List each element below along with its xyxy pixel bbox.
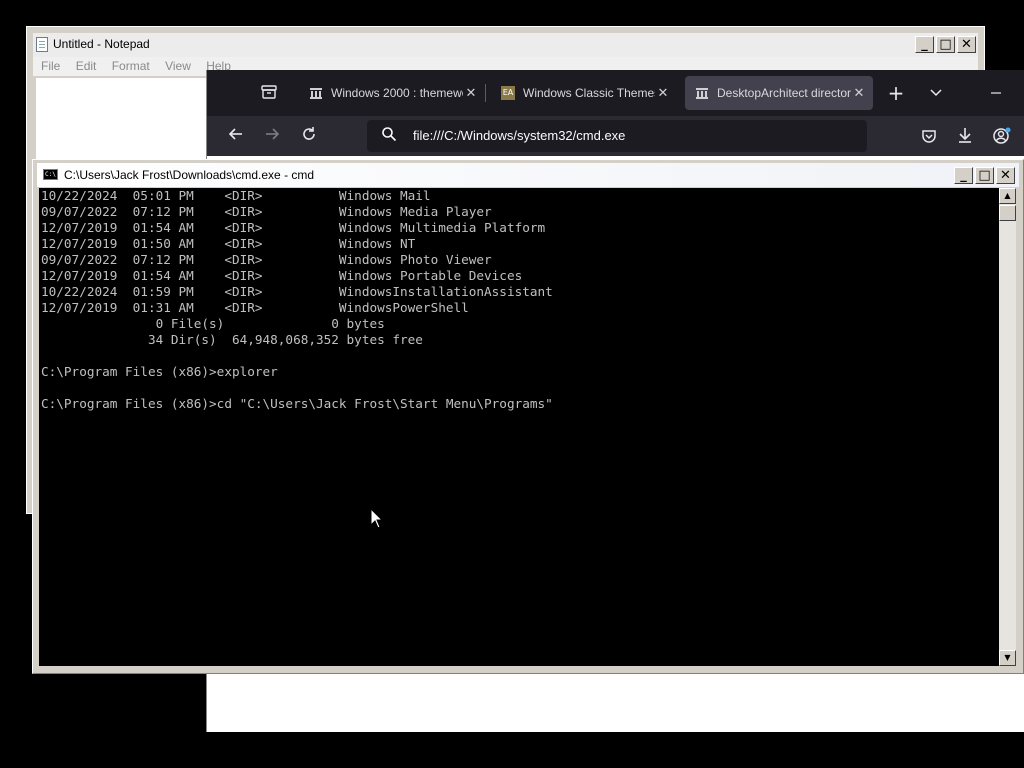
- cmd-title: C:\Users\Jack Frost\Downloads\cmd.exe - …: [64, 168, 315, 182]
- notepad-title: Untitled - Notepad: [53, 37, 150, 51]
- archive-favicon-icon: [309, 86, 323, 100]
- console-line: C:\Program Files (x86)>explorer: [41, 364, 278, 379]
- reload-icon[interactable]: [298, 125, 320, 147]
- tab-windows-2000[interactable]: Windows 2000 : themewo ✕: [299, 76, 486, 110]
- cmd-titlebar[interactable]: C:\ C:\Users\Jack Frost\Downloads\cmd.ex…: [37, 163, 1019, 187]
- console-text: 10/22/2024 05:01 PM <DIR> Windows Mail 09…: [39, 188, 999, 412]
- cmd-icon: C:\: [43, 169, 58, 180]
- url-text[interactable]: file:///C:/Windows/system32/cmd.exe: [413, 128, 625, 143]
- tab-list-icon[interactable]: [259, 83, 279, 103]
- console-scrollbar[interactable]: ▲ ▼: [999, 188, 1016, 666]
- console-line: C:\Program Files (x86)>cd "C:\Users\Jack…: [41, 396, 553, 411]
- browser-tabstrip: Windows 2000 : themewo ✕ EA Windows Clas…: [207, 70, 1024, 116]
- notepad-close-button[interactable]: ✕: [957, 36, 976, 53]
- scroll-down-icon[interactable]: ▼: [999, 650, 1016, 666]
- browser-navbar: file:///C:/Windows/system32/cmd.exe: [207, 116, 1024, 156]
- menu-format[interactable]: Format: [112, 57, 150, 76]
- console-line: 12/07/2019 01:50 AM <DIR> Windows NT: [41, 236, 416, 251]
- console-line: 10/22/2024 05:01 PM <DIR> Windows Mail: [41, 188, 431, 203]
- console-line: 0 File(s) 0 bytes: [41, 316, 385, 331]
- tab-label: Windows 2000 : themewo: [331, 86, 463, 100]
- notepad-minimize-button[interactable]: _: [915, 36, 934, 53]
- classic-themes-favicon-icon: EA: [501, 86, 515, 100]
- search-icon: [381, 126, 397, 146]
- downloads-icon[interactable]: [955, 126, 975, 146]
- tab-windows-classic-themes[interactable]: EA Windows Classic Themes ✕: [491, 76, 677, 110]
- list-all-tabs-icon[interactable]: [925, 82, 947, 104]
- cmd-close-button[interactable]: ✕: [996, 167, 1015, 184]
- cmd-window: C:\ C:\Users\Jack Frost\Downloads\cmd.ex…: [32, 159, 1024, 674]
- back-icon[interactable]: [225, 125, 247, 147]
- console-line: 10/22/2024 01:59 PM <DIR> WindowsInstall…: [41, 284, 553, 299]
- tab-label: Windows Classic Themes: [523, 86, 655, 100]
- window-minimize-icon[interactable]: [985, 82, 1007, 104]
- console-line: 12/07/2019 01:31 AM <DIR> WindowsPowerSh…: [41, 300, 469, 315]
- notepad-maximize-button[interactable]: □: [936, 36, 955, 53]
- console-line: 09/07/2022 07:12 PM <DIR> Windows Photo …: [41, 252, 492, 267]
- address-bar[interactable]: file:///C:/Windows/system32/cmd.exe: [367, 120, 867, 152]
- mouse-cursor-icon: [370, 507, 384, 530]
- scroll-thumb[interactable]: [999, 205, 1016, 221]
- tab-desktoparchitect[interactable]: DesktopArchitect director ✕: [685, 76, 873, 110]
- notepad-titlebar[interactable]: Untitled - Notepad _ □ ✕: [33, 33, 978, 57]
- cmd-maximize-button[interactable]: □: [975, 167, 994, 184]
- tab-label: DesktopArchitect director: [717, 86, 851, 100]
- pocket-icon[interactable]: [919, 127, 939, 147]
- tab-close-icon[interactable]: ✕: [851, 86, 867, 101]
- tab-close-icon[interactable]: ✕: [463, 86, 479, 101]
- console-output[interactable]: 10/22/2024 05:01 PM <DIR> Windows Mail 09…: [39, 188, 999, 666]
- archive-favicon-icon: [695, 86, 709, 100]
- console-line: 09/07/2022 07:12 PM <DIR> Windows Media …: [41, 204, 492, 219]
- console-line: 12/07/2019 01:54 AM <DIR> Windows Portab…: [41, 268, 523, 283]
- new-tab-icon[interactable]: +: [885, 82, 907, 104]
- account-icon[interactable]: [992, 126, 1012, 146]
- tab-close-icon[interactable]: ✕: [655, 86, 671, 101]
- scroll-up-icon[interactable]: ▲: [999, 188, 1016, 204]
- notepad-icon: [36, 37, 48, 52]
- forward-icon[interactable]: [261, 125, 283, 147]
- menu-file[interactable]: File: [41, 57, 60, 76]
- menu-edit[interactable]: Edit: [76, 57, 97, 76]
- menu-view[interactable]: View: [165, 57, 191, 76]
- cmd-minimize-button[interactable]: _: [954, 167, 973, 184]
- console-line: 34 Dir(s) 64,948,068,352 bytes free: [41, 332, 423, 347]
- console-line: 12/07/2019 01:54 AM <DIR> Windows Multim…: [41, 220, 546, 235]
